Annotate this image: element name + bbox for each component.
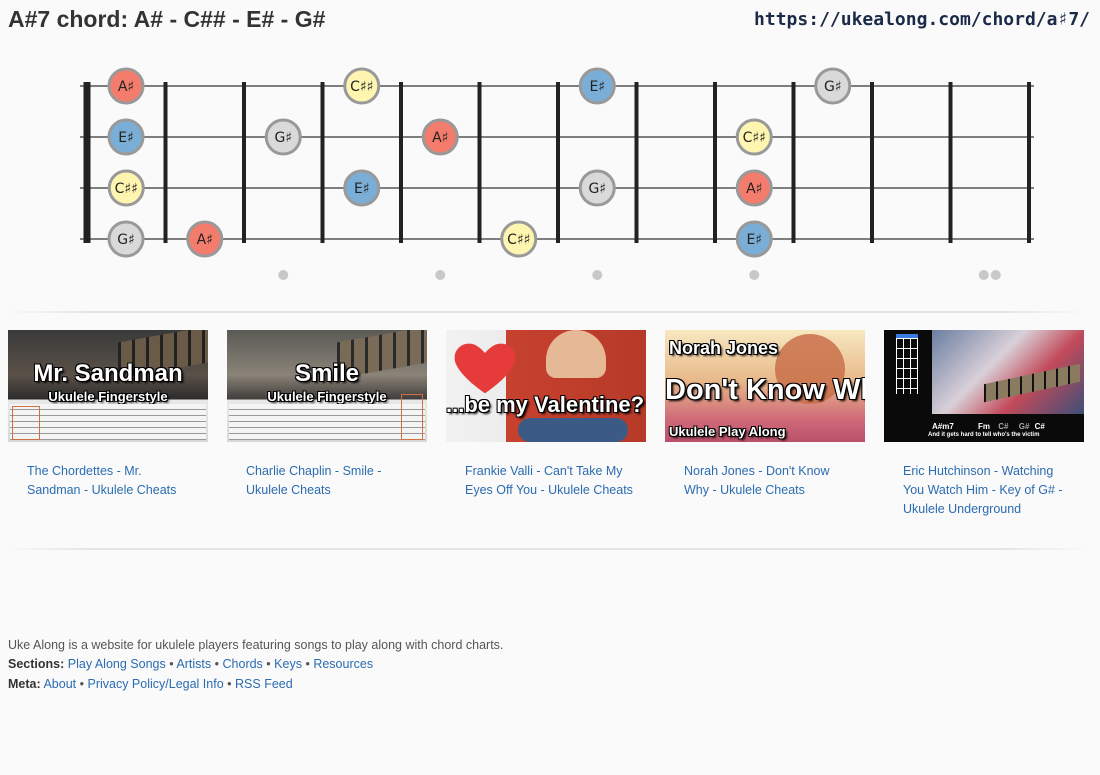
note-marker: A♯ <box>421 118 459 156</box>
note-label: C♯♯ <box>507 232 530 248</box>
video-card[interactable]: ...be my Valentine? Frankie Valli - Can'… <box>446 330 646 500</box>
page-url: https://ukealong.com/chord/a♯7/ <box>754 9 1090 30</box>
note-marker: G♯ <box>578 169 616 207</box>
separator: • <box>79 676 84 691</box>
note-label: A♯ <box>746 181 762 197</box>
tab-notation-image <box>229 404 425 440</box>
note-label: G♯ <box>588 181 606 197</box>
lyric-chord: G# <box>1018 422 1030 431</box>
footer-meta: Meta: About • Privacy Policy/Legal Info … <box>8 675 503 694</box>
lyric-line: And it gets hard to tell who's the victi… <box>928 432 1040 438</box>
note-marker: E♯ <box>578 67 616 105</box>
note-marker: E♯ <box>343 169 381 207</box>
lyric-chord: Fm <box>978 422 991 431</box>
note-marker: E♯ <box>107 118 145 156</box>
fret-marker-dot <box>592 270 603 280</box>
note-marker: C♯♯ <box>500 220 538 258</box>
note-marker: G♯ <box>107 220 145 258</box>
footer-link-resources[interactable]: Resources <box>313 657 373 671</box>
note-marker: C♯♯ <box>107 169 145 207</box>
note-label: C♯♯ <box>350 79 373 95</box>
separator: • <box>305 657 310 672</box>
fretboard-diagram: A♯ C♯♯ E♯ G♯ E♯ G♯ A♯ C♯♯ C♯♯ E♯ G♯ A♯ G♯ A♯ C♯♯ E♯ <box>80 67 1034 280</box>
footer-link-artists[interactable]: Artists <box>176 657 211 671</box>
note-label: E♯ <box>589 79 605 95</box>
fret-marker-dot <box>990 270 1001 280</box>
note-label: G♯ <box>274 130 292 146</box>
footer-link-play-along-songs[interactable]: Play Along Songs <box>68 657 166 671</box>
note-marker: A♯ <box>107 67 145 105</box>
lyric-chord: C# <box>998 422 1009 431</box>
footer-link-about[interactable]: About <box>43 677 76 691</box>
video-thumbnail[interactable]: ...be my Valentine? <box>446 330 646 442</box>
meta-label: Meta: <box>8 676 41 691</box>
note-marker: G♯ <box>814 67 852 105</box>
thumbnail-title: Smile <box>294 360 360 387</box>
fret-marker-dot <box>435 270 446 280</box>
separator: • <box>169 657 174 672</box>
fret-marker-dot <box>978 270 989 280</box>
video-title-link[interactable]: Charlie Chaplin - Smile - Ukulele Cheats <box>246 462 414 500</box>
page-title: A#7 chord: A# - C## - E# - G# <box>8 6 326 32</box>
thumbnail-title: Mr. Sandman <box>33 360 183 387</box>
tab-highlight-box <box>401 394 423 440</box>
fret-marker-dot <box>749 270 760 280</box>
video-thumbnail[interactable]: Norah Jones Don't Know Why Ukulele Play … <box>665 330 865 442</box>
lyric-chord-row: A#m7 Fm C# G# C# <box>932 422 1082 431</box>
separator: • <box>227 676 232 691</box>
footer-link-privacy[interactable]: Privacy Policy/Legal Info <box>87 677 223 691</box>
video-title-link[interactable]: Eric Hutchinson - Watching You Watch Him… <box>903 462 1071 520</box>
note-label: G♯ <box>117 232 135 248</box>
divider-top <box>4 311 1088 313</box>
note-marker: A♯ <box>735 169 773 207</box>
video-title-link[interactable]: Norah Jones - Don't Know Why - Ukulele C… <box>684 462 852 500</box>
divider-bottom <box>4 548 1088 550</box>
fret-marker-dot <box>278 270 289 280</box>
note-label: A♯ <box>118 79 134 95</box>
chord-chart-image <box>896 334 918 394</box>
note-label: E♯ <box>118 130 134 146</box>
thumbnail-subtitle: Ukulele Fingerstyle <box>48 389 168 404</box>
footer-link-rss-feed[interactable]: RSS Feed <box>235 677 293 691</box>
footer-description: Uke Along is a website for ukulele playe… <box>8 638 504 652</box>
video-title-link[interactable]: The Chordettes - Mr. Sandman - Ukulele C… <box>27 462 195 500</box>
footer: Uke Along is a website for ukulele playe… <box>8 636 503 694</box>
thumbnail-title: ...be my Valentine? <box>446 392 645 417</box>
video-card[interactable]: Norah Jones Don't Know Why Ukulele Play … <box>665 330 865 500</box>
footer-sections: Sections: Play Along Songs • Artists • C… <box>8 655 503 674</box>
tab-highlight-box <box>12 406 40 440</box>
thumbnail-title: Don't Know Why <box>665 374 865 406</box>
lyric-chord: A#m7 <box>932 422 954 431</box>
note-marker: E♯ <box>735 220 773 258</box>
note-label: E♯ <box>746 232 762 248</box>
video-card[interactable]: Mr. Sandman Ukulele Fingerstyle The Chor… <box>8 330 208 500</box>
note-marker: G♯ <box>264 118 302 156</box>
ukulele-image <box>518 418 628 442</box>
note-label: A♯ <box>197 232 213 248</box>
note-label: E♯ <box>354 181 370 197</box>
thumbnail-artist: Norah Jones <box>669 338 779 358</box>
video-thumbnail[interactable]: Mr. Sandman Ukulele Fingerstyle <box>8 330 208 442</box>
video-title-link[interactable]: Frankie Valli - Can't Take My Eyes Off Y… <box>465 462 633 500</box>
note-label: G♯ <box>824 79 842 95</box>
note-marker: A♯ <box>186 220 224 258</box>
thumbnail-subtitle: Ukulele Fingerstyle <box>267 389 387 404</box>
footer-link-chords[interactable]: Chords <box>223 657 263 671</box>
thumbnail-subtitle: Ukulele Play Along <box>669 424 786 439</box>
lyric-chord: C# <box>1034 422 1045 431</box>
video-thumbnail[interactable]: Smile Ukulele Fingerstyle <box>227 330 427 442</box>
separator: • <box>266 657 271 672</box>
sections-label: Sections: <box>8 657 65 672</box>
video-thumbnail[interactable]: A#m7 Fm C# G# C# And it gets hard to tel… <box>884 330 1084 442</box>
note-marker: C♯♯ <box>343 67 381 105</box>
note-marker: C♯♯ <box>735 118 773 156</box>
note-label: C♯♯ <box>743 130 766 146</box>
person-image <box>546 330 606 378</box>
note-label: C♯♯ <box>115 181 138 197</box>
footer-link-keys[interactable]: Keys <box>274 657 302 671</box>
separator: • <box>214 657 220 672</box>
video-card[interactable]: Smile Ukulele Fingerstyle Charlie Chapli… <box>227 330 427 500</box>
note-label: A♯ <box>432 130 448 146</box>
video-card[interactable]: A#m7 Fm C# G# C# And it gets hard to tel… <box>884 330 1084 520</box>
